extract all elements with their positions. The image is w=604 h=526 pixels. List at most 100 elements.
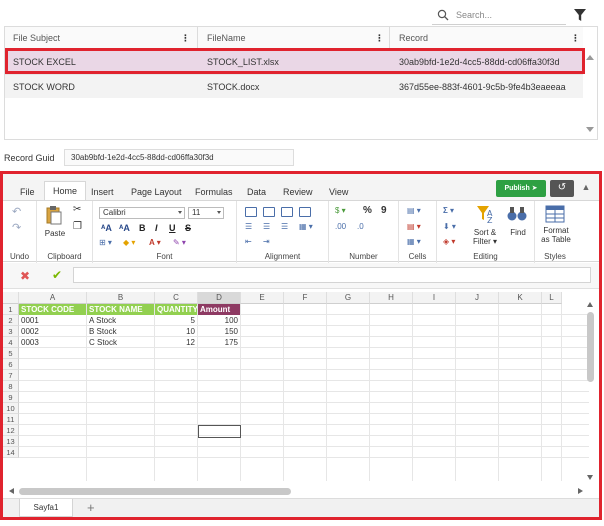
column-menu-icon[interactable]: ⋮ [375,27,384,49]
row-header[interactable]: 11 [3,414,19,425]
header-cell[interactable]: STOCK NAME [87,304,154,315]
fill-color-icon[interactable]: ◆ ▾ [123,238,135,247]
row-header[interactable]: 7 [3,370,19,381]
data-cell[interactable]: 0002 [19,326,86,337]
row-header[interactable]: 14 [3,447,19,458]
data-cell[interactable]: C Stock [87,337,154,348]
revert-button[interactable]: ↺ [550,180,574,197]
increase-decimal-icon[interactable]: .00 [335,222,346,231]
format-as-table-button[interactable]: Format as Table [538,226,574,244]
cell-grid[interactable]: A B C D E F G H I J K L 1 2 3 4 5 6 7 8 9 10 11 12 13 14 STOCK COD… [3,292,599,481]
decrease-decimal-icon[interactable]: .0 [357,222,364,231]
delete-cells-icon[interactable]: ▤ ▾ [407,222,421,231]
find-button[interactable]: Find [509,228,527,237]
decrease-indent-icon[interactable]: ⇤ [245,237,252,246]
row-header[interactable]: 12 [3,425,19,436]
bold-icon[interactable]: B [139,223,146,233]
scroll-up-icon[interactable] [587,302,593,307]
row-header[interactable]: 9 [3,392,19,403]
italic-icon[interactable]: I [155,223,158,233]
header-cell[interactable]: QUANTITY [155,304,197,315]
copy-icon[interactable]: ❐ [73,221,82,232]
column-header[interactable]: L [542,292,562,304]
comma-style-icon[interactable]: 9 [381,205,387,216]
column-header[interactable]: C [155,292,198,304]
col-header-filename[interactable]: FileName [199,27,246,49]
underline-icon[interactable]: U [169,223,176,233]
row-header[interactable]: 3 [3,326,19,337]
tab-page-layout[interactable]: Page Layout [131,184,182,200]
data-cell[interactable]: 5 [155,315,197,326]
paste-button[interactable]: Paste [43,229,67,238]
column-menu-icon[interactable]: ⋮ [571,27,580,49]
scroll-thumb[interactable] [19,488,291,495]
row-header[interactable]: 10 [3,403,19,414]
scroll-up-icon[interactable] [586,55,594,60]
row-header[interactable]: 5 [3,348,19,359]
borders-icon[interactable]: ⊞ ▾ [99,238,112,247]
sheet-tab[interactable]: Sayfa1 [19,499,73,517]
add-sheet-icon[interactable]: + [87,500,95,516]
col-header-record[interactable]: Record [391,27,428,49]
search-box[interactable]: Search... [432,5,566,25]
search-input[interactable]: Search... [456,10,492,20]
scroll-right-icon[interactable] [578,488,583,494]
undo-icon[interactable]: ↶ [12,205,21,218]
number-format-icon[interactable]: $ ▾ [335,206,346,215]
wrap-text-icon[interactable] [299,207,311,217]
column-header[interactable]: F [284,292,327,304]
column-menu-icon[interactable]: ⋮ [181,27,190,49]
row-header[interactable]: 6 [3,359,19,370]
cut-icon[interactable]: ✂ [73,204,81,215]
font-size-select[interactable]: 11 [188,207,224,219]
scroll-down-icon[interactable] [587,475,593,480]
record-guid-field[interactable]: 30ab9bfd-1e2d-4cc5-88dd-cd06ffa30f3d [64,149,294,166]
align-left-icon[interactable]: ☰ [245,222,252,231]
percent-icon[interactable]: % [363,205,372,216]
align-center-icon[interactable]: ☰ [263,222,270,231]
data-cell[interactable]: B Stock [87,326,154,337]
column-header[interactable]: H [370,292,413,304]
column-header[interactable]: I [413,292,456,304]
data-cell[interactable]: 175 [198,337,240,348]
row-header[interactable]: 8 [3,381,19,392]
font-family-select[interactable]: Calibri [99,207,185,219]
publish-button[interactable]: Publish ➤ [496,180,546,197]
sheet-horizontal-scrollbar[interactable] [9,487,583,496]
paste-icon[interactable] [45,205,63,225]
tab-formulas[interactable]: Formulas [195,184,233,200]
column-header[interactable]: K [499,292,542,304]
tab-home[interactable]: Home [44,181,87,200]
col-header-file-subject[interactable]: File Subject [5,27,60,49]
cancel-edit-icon[interactable]: ✖ [20,269,30,283]
clear-format-icon[interactable]: ✎ ▾ [173,238,186,247]
row-header[interactable]: 4 [3,337,19,348]
autosum-icon[interactable]: Σ ▾ [443,206,454,215]
confirm-edit-icon[interactable]: ✔ [52,268,62,282]
merge-cells-icon[interactable]: ▦ ▾ [299,222,313,231]
row-header[interactable]: 2 [3,315,19,326]
insert-cells-icon[interactable]: ▤ ▾ [407,206,421,215]
clear-icon[interactable]: ◈ ▾ [443,237,455,246]
scroll-left-icon[interactable] [9,488,14,494]
font-color-icon[interactable]: A ▾ [149,238,161,247]
align-middle-icon[interactable] [263,207,275,217]
table-row[interactable]: STOCK WORD STOCK.docx 367d55ee-883f-4601… [5,74,583,98]
format-cells-icon[interactable]: ▦ ▾ [407,237,421,246]
data-cell[interactable]: 0001 [19,315,86,326]
select-all-corner[interactable] [3,292,19,304]
sort-filter-button[interactable]: Sort & Filter ▾ [471,228,499,246]
grow-font-icon[interactable]: ᴬA [101,223,112,233]
tab-insert[interactable]: Insert [91,184,114,200]
tab-file[interactable]: File [20,184,35,200]
tab-view[interactable]: View [329,184,348,200]
sheet-vertical-scrollbar[interactable] [586,302,595,480]
data-cell[interactable]: 100 [198,315,240,326]
strikethrough-icon[interactable]: S [185,223,191,233]
row-header[interactable]: 13 [3,436,19,447]
align-top-icon[interactable] [245,207,257,217]
scroll-thumb[interactable] [587,312,594,382]
tab-review[interactable]: Review [283,184,313,200]
align-right-icon[interactable]: ☰ [281,222,288,231]
tab-data[interactable]: Data [247,184,266,200]
